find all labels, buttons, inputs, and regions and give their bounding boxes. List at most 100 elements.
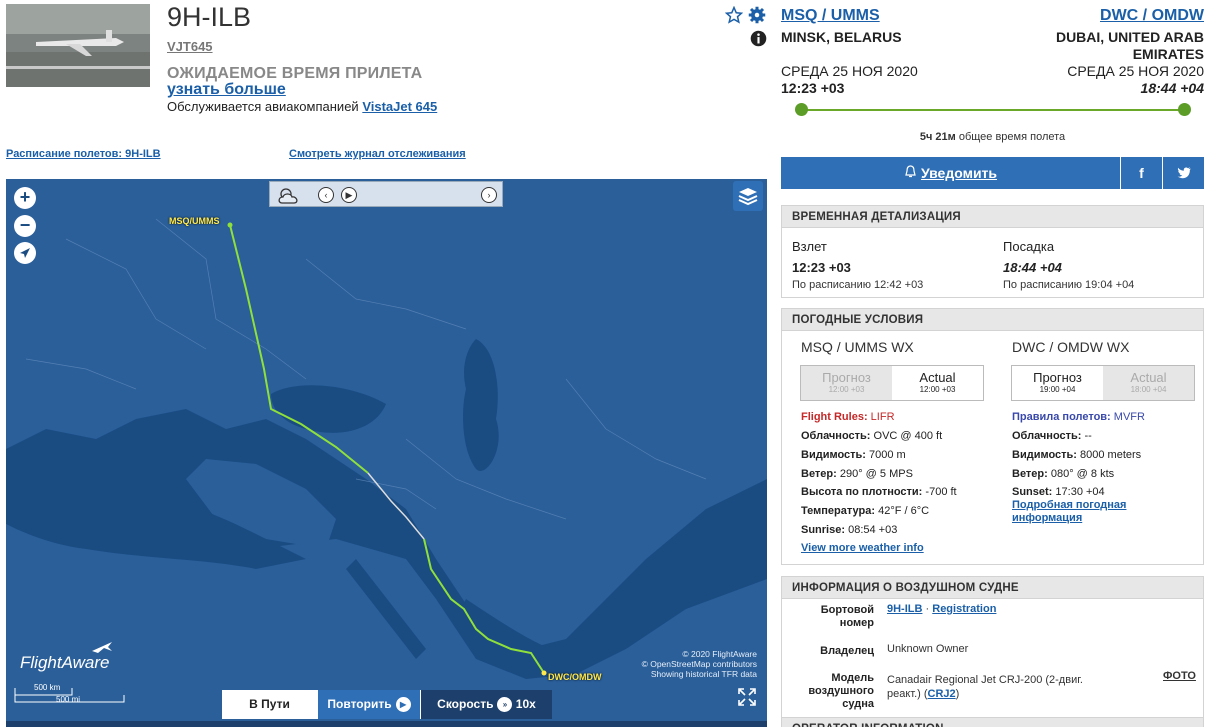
destination-wx-title: DWC / OMDW WX — [1012, 339, 1130, 355]
destination-more-weather-link[interactable]: Подробная погодная информация — [1012, 499, 1126, 525]
weather-card: ПОГОДНЫЕ УСЛОВИЯ MSQ / UMMS WX Прогноз 12… — [781, 308, 1204, 565]
origin-vis-label: Видимость: — [801, 449, 866, 461]
playback-controls: В Пути Повторить ▶ Скорость» 10x — [222, 690, 552, 719]
aircraft-photo[interactable] — [6, 4, 150, 87]
track-log-link[interactable]: Смотреть журнал отслеживания — [289, 148, 466, 160]
notify-label: Уведомить — [920, 165, 998, 181]
origin-actual-tab[interactable]: Actual 12:00 +03 — [892, 366, 983, 400]
owner-value: Unknown Owner — [887, 643, 969, 655]
destination-time: 18:44 +04 — [1140, 80, 1204, 96]
destination-wind-value: 080° @ 8 kts — [1050, 468, 1115, 480]
origin-rules-label: Flight Rules: — [801, 411, 868, 423]
destination-vis-label: Видимость: — [1012, 449, 1077, 461]
tail-label-line1: Бортовой — [820, 604, 874, 616]
origin-temp-value: 42°F / 6°C — [878, 505, 930, 517]
replay-button[interactable]: Повторить ▶ — [317, 690, 420, 719]
status-button[interactable]: В Пути — [222, 690, 317, 719]
fast-forward-icon: » — [497, 697, 513, 713]
model-value-line2: реакт.) ( — [887, 688, 928, 700]
origin-forecast-tab[interactable]: Прогноз 12:00 +03 — [801, 366, 892, 400]
copyright-osm[interactable]: © OpenStreetMap contributors — [642, 659, 757, 669]
model-code-link[interactable]: CRJ2 — [928, 688, 956, 700]
model-value: Canadair Regional Jet CRJ-200 (2-двиг. р… — [887, 673, 1097, 701]
origin-airport-link[interactable]: MSQ / UMMS — [781, 7, 880, 25]
zoom-out-button[interactable]: − — [14, 215, 36, 237]
origin-temp-label: Температура: — [801, 505, 876, 517]
origin-actual-label: Actual — [919, 370, 956, 385]
airline-link[interactable]: VistaJet 645 — [362, 99, 437, 114]
model-label-line2: воздушного — [808, 685, 874, 697]
destination-actual-tab[interactable]: Actual 18:00 +04 — [1103, 366, 1194, 400]
flight-map[interactable]: MSQ/UMMS DWC/OMDW + − ‹ ▶ › FlightAware … — [6, 179, 767, 727]
origin-density-value: -700 ft — [925, 486, 957, 498]
model-value-line1: Canadair Regional Jet CRJ-200 (2-двиг. — [887, 674, 1083, 686]
weather-prev-button[interactable]: ‹ — [318, 187, 334, 203]
landing-label: Посадка — [1003, 239, 1055, 254]
origin-rules-value: LIFR — [870, 411, 895, 423]
origin-more-weather-link[interactable]: View more weather info — [801, 542, 924, 554]
destination-rules-label: Правила полетов: — [1012, 411, 1111, 423]
operated-prefix: Обслуживается авиакомпанией — [167, 99, 359, 114]
schedule-link[interactable]: Расписание полетов: 9H-ILB — [6, 148, 161, 160]
brand-name: FlightAware — [20, 653, 110, 672]
origin-actual-time: 12:00 +03 — [919, 385, 956, 394]
origin-forecast-time: 12:00 +03 — [828, 385, 865, 394]
origin-sunrise-value: 08:54 +03 — [848, 524, 898, 536]
gear-icon[interactable] — [748, 6, 766, 29]
star-icon[interactable] — [724, 5, 744, 29]
operated-by: Обслуживается авиакомпанией VistaJet 645 — [167, 99, 437, 114]
weather-card-title: ПОГОДНЫЕ УСЛОВИЯ — [782, 309, 1203, 331]
layers-button[interactable] — [733, 181, 763, 211]
origin-density-label: Высота по плотности: — [801, 486, 923, 498]
landing-scheduled: По расписанию 19:04 +04 — [1003, 279, 1135, 291]
photo-link[interactable]: ФОТО — [1163, 670, 1196, 682]
progress-end-dot — [1178, 103, 1191, 116]
destination-cloud-label: Облачность: — [1012, 430, 1082, 442]
callsign-link[interactable]: VJT645 — [167, 39, 213, 54]
origin-wx-toggle: Прогноз 12:00 +03 Actual 12:00 +03 — [800, 365, 984, 401]
destination-city-line2: EMIRATES — [1132, 46, 1204, 62]
registration-link[interactable]: Registration — [932, 603, 996, 615]
fullscreen-button[interactable] — [737, 687, 757, 707]
facebook-share-button[interactable]: f — [1120, 157, 1162, 189]
destination-vis-value: 8000 meters — [1080, 449, 1142, 461]
weather-next-button[interactable]: › — [481, 187, 497, 203]
learn-more-link[interactable]: узнать больше — [167, 81, 286, 99]
destination-forecast-tab[interactable]: Прогноз 19:00 +04 — [1012, 366, 1103, 400]
plane-logo-icon — [92, 642, 112, 653]
weather-play-button[interactable]: ▶ — [341, 187, 357, 203]
destination-date: СРЕДА 25 НОЯ 2020 — [1067, 63, 1204, 79]
model-value-end: ) — [955, 688, 960, 700]
origin-cloud-label: Облачность: — [801, 430, 871, 442]
map-scale: 500 km 500 mi — [14, 683, 126, 709]
info-icon[interactable] — [750, 30, 767, 52]
destination-actual-label: Actual — [1130, 370, 1167, 385]
origin-wx-title: MSQ / UMMS WX — [801, 339, 914, 355]
notify-button[interactable]: Уведомить — [781, 157, 1120, 189]
origin-cloud-value: OVC @ 400 ft — [873, 430, 943, 442]
scale-mi: 500 mi — [56, 695, 81, 704]
destination-airport-link[interactable]: DWC / OMDW — [1100, 7, 1204, 25]
origin-wind-value: 290° @ 5 MPS — [839, 468, 913, 480]
twitter-share-button[interactable] — [1162, 157, 1204, 189]
weather-timeline[interactable]: ‹ ▶ › — [269, 181, 503, 207]
speed-value: 10x — [515, 697, 536, 711]
speed-button[interactable]: Скорость» 10x — [420, 690, 552, 719]
owner-label: Владелец — [820, 645, 874, 657]
origin-date: СРЕДА 25 НОЯ 2020 — [781, 63, 918, 79]
origin-city: MINSK, BELARUS — [781, 29, 902, 45]
aircraft-card: ИНФОРМАЦИЯ О ВОЗДУШНОМ СУДНЕ Бортовой но… — [781, 576, 1204, 726]
tail-number-link[interactable]: 9H-ILB — [887, 603, 922, 615]
destination-forecast-label: Прогноз — [1033, 370, 1082, 385]
destination-actual-time: 18:00 +04 — [1130, 385, 1167, 394]
copyright-flightaware: © 2020 FlightAware — [682, 649, 757, 659]
compass-button[interactable] — [14, 242, 36, 264]
takeoff-time: 12:23 +03 — [792, 260, 851, 275]
total-time-value: 5ч 21м — [919, 131, 956, 143]
zoom-in-button[interactable]: + — [14, 187, 36, 209]
model-label: Модель воздушного судна — [794, 672, 874, 711]
map-footer-bar — [6, 721, 767, 727]
operator-card: OPERATOR INFORMATION — [781, 717, 1204, 727]
tfr-note: Showing historical TFR data — [650, 669, 757, 679]
layers-icon — [738, 188, 758, 206]
